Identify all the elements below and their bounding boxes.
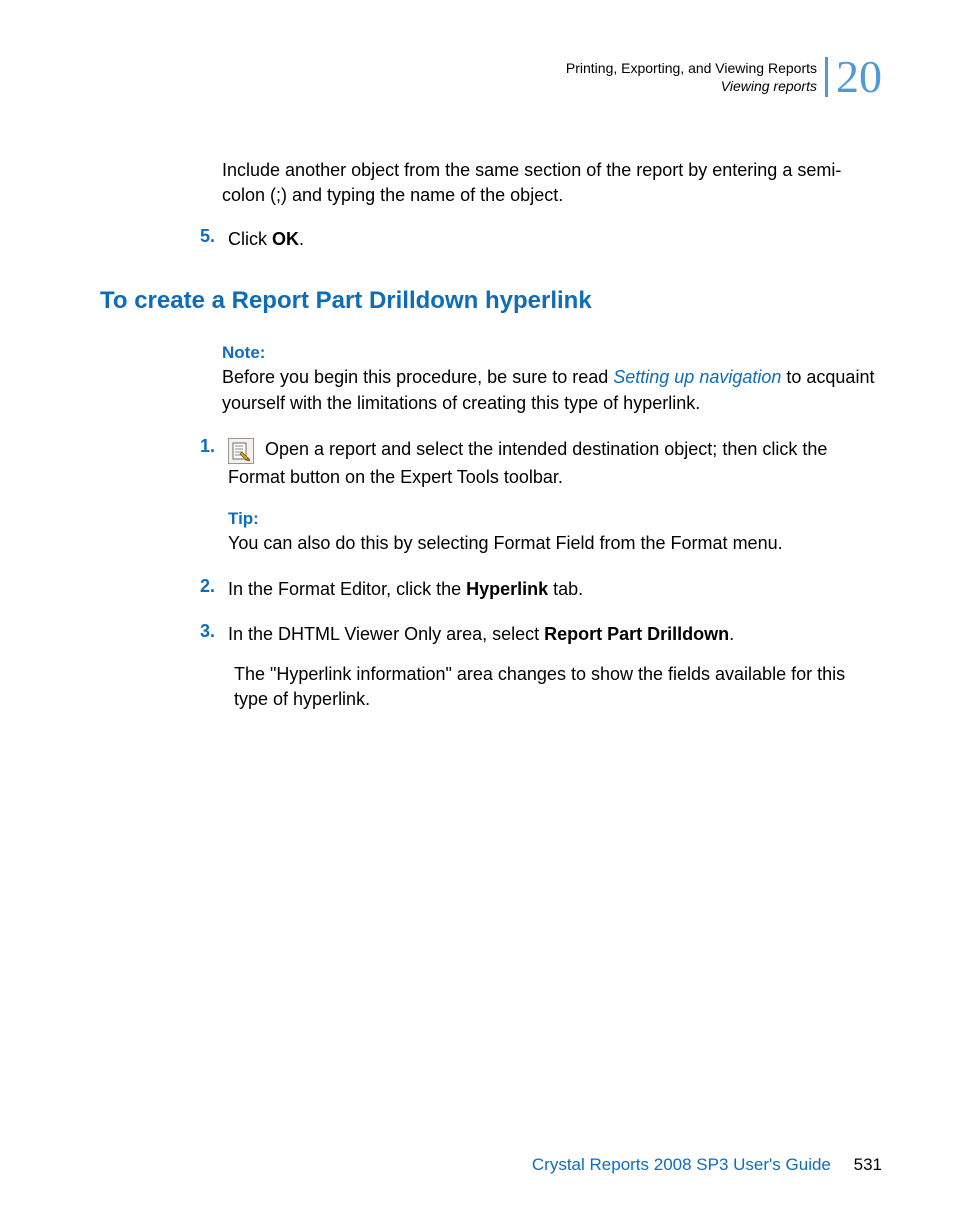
format-icon-svg <box>228 438 254 464</box>
section-heading: To create a Report Part Drilldown hyperl… <box>72 287 882 315</box>
step3-suffix: . <box>729 624 734 644</box>
step-5: 5. Click OK. <box>200 226 882 253</box>
header-line: Printing, Exporting, and Viewing Reports… <box>566 54 882 100</box>
note-block: Note: Before you begin this procedure, b… <box>222 343 882 415</box>
footer-doc-title: Crystal Reports 2008 SP3 User's Guide <box>532 1155 831 1174</box>
step-body: Click OK. <box>228 226 882 253</box>
step-number: 5. <box>200 226 228 247</box>
step2-bold: Hyperlink <box>466 579 548 599</box>
step5-suffix: . <box>299 229 304 249</box>
step2-prefix: In the Format Editor, click the <box>228 579 466 599</box>
continuation-paragraph: Include another object from the same sec… <box>222 158 882 208</box>
note-body: Before you begin this procedure, be sure… <box>222 365 882 415</box>
header-chapter-title: Printing, Exporting, and Viewing Reports <box>566 59 817 77</box>
step-number: 1. <box>200 436 228 457</box>
step3-after-paragraph: The "Hyperlink information" area changes… <box>234 662 882 712</box>
header-separator <box>825 57 828 97</box>
chapter-number: 20 <box>836 54 882 100</box>
step-2: 2. In the Format Editor, click the Hyper… <box>200 576 882 603</box>
note-before-link: Before you begin this procedure, be sure… <box>222 367 613 387</box>
step-number: 3. <box>200 621 228 642</box>
step-1: 1. Open a report and select the intended… <box>200 436 882 491</box>
step2-suffix: tab. <box>548 579 583 599</box>
step3-bold: Report Part Drilldown <box>544 624 729 644</box>
tip-block: Tip: You can also do this by selecting F… <box>228 509 882 556</box>
header-section-title: Viewing reports <box>566 77 817 95</box>
footer-page-number: 531 <box>854 1155 882 1174</box>
page-header: Printing, Exporting, and Viewing Reports… <box>566 54 882 100</box>
tip-label: Tip: <box>228 509 882 529</box>
step1-text: Open a report and select the intended de… <box>228 439 827 487</box>
header-text-block: Printing, Exporting, and Viewing Reports… <box>566 59 817 95</box>
main-content: Include another object from the same sec… <box>72 158 882 712</box>
step-3: 3. In the DHTML Viewer Only area, select… <box>200 621 882 712</box>
tip-body: You can also do this by selecting Format… <box>228 531 882 556</box>
page-footer: Crystal Reports 2008 SP3 User's Guide 53… <box>532 1155 882 1175</box>
step3-prefix: In the DHTML Viewer Only area, select <box>228 624 544 644</box>
step5-bold: OK <box>272 229 299 249</box>
step-number: 2. <box>200 576 228 597</box>
format-icon <box>228 436 254 463</box>
page-container: Printing, Exporting, and Viewing Reports… <box>0 0 954 1227</box>
step-body: Open a report and select the intended de… <box>228 436 882 491</box>
note-label: Note: <box>222 343 882 363</box>
step-body: In the DHTML Viewer Only area, select Re… <box>228 621 882 712</box>
note-link[interactable]: Setting up navigation <box>613 367 781 387</box>
step-body: In the Format Editor, click the Hyperlin… <box>228 576 882 603</box>
step5-prefix: Click <box>228 229 272 249</box>
